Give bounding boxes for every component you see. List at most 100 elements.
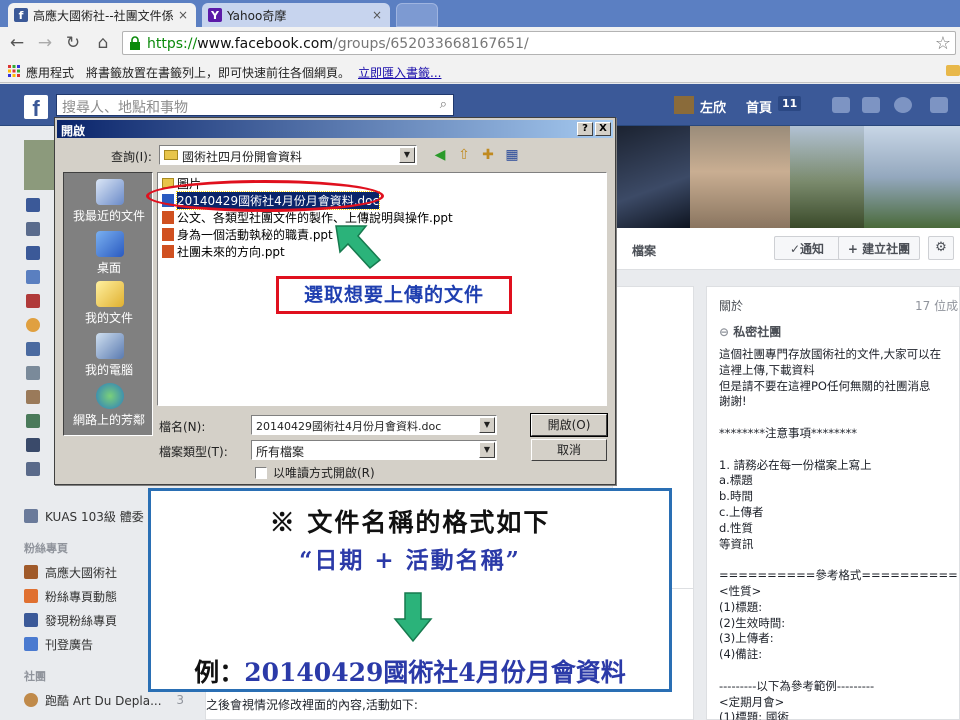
place-desktop[interactable]: 桌面 (64, 229, 154, 279)
list-icon[interactable] (26, 438, 40, 452)
url-path: /groups/652033668167651/ (333, 36, 529, 52)
group-icon (24, 693, 38, 707)
place-recent[interactable]: 我最近的文件 (64, 177, 154, 227)
back-arrow-icon[interactable]: ← (6, 33, 28, 53)
desktop-icon (96, 231, 124, 257)
messages-icon[interactable] (26, 246, 40, 260)
sidebar-item-discover-pages[interactable]: 發現粉絲專頁 (24, 610, 117, 630)
tools-icon[interactable] (26, 366, 40, 380)
wine-icon[interactable] (26, 294, 40, 308)
file-name: 社團未來的方向.ppt (177, 244, 285, 259)
sidebar-item-group[interactable]: 跑酷 Art Du Depla... 3 (24, 690, 184, 710)
list-item[interactable]: 身為一個活動執秘的職責.ppt (162, 226, 333, 242)
avatar[interactable] (674, 96, 694, 114)
home-link[interactable]: 首頁 (746, 97, 772, 116)
search-icon[interactable]: ⌕ (440, 97, 447, 112)
pages-icon[interactable] (26, 270, 40, 284)
forward-arrow-icon[interactable]: → (34, 33, 56, 53)
messages-icon[interactable] (862, 97, 880, 113)
chevron-down-icon[interactable]: ▼ (399, 147, 415, 163)
facebook-logo-icon[interactable]: f (24, 95, 48, 121)
filetype-dropdown[interactable]: 所有檔案 ▼ (251, 440, 497, 460)
chevron-down-icon[interactable]: ▼ (479, 417, 495, 433)
readonly-checkbox[interactable]: 以唯讀方式開啟(R) (255, 464, 375, 481)
cover-photo-segment (790, 126, 864, 228)
place-my-computer[interactable]: 我的電腦 (64, 331, 154, 381)
help-button[interactable]: ? (577, 122, 593, 136)
sidebar-item-kuas[interactable]: KUAS 103級 體委 (24, 506, 144, 526)
list-item[interactable]: 公文、各類型社團文件的製作、上傳說明與操作.ppt (162, 209, 453, 225)
place-label: 桌面 (96, 261, 121, 275)
cancel-button[interactable]: 取消 (531, 439, 607, 461)
lock-icon: ⊖ (719, 325, 734, 339)
group-cover-photo[interactable] (614, 126, 960, 228)
notify-button[interactable]: ✓通知 (774, 236, 840, 260)
folder-icon[interactable] (946, 65, 960, 76)
tab-yahoo[interactable]: Y Yahoo奇摩 × (202, 3, 390, 27)
search-placeholder: 搜尋人、地點和事物 (62, 100, 188, 116)
checkbox-box[interactable] (255, 466, 267, 479)
format-rule: “日期 + 活動名稱” (299, 547, 521, 574)
new-folder-icon[interactable]: ✚ (479, 147, 497, 163)
view-menu-icon[interactable]: ▦ (503, 147, 521, 163)
sidebar-item-pages-feed[interactable]: 粉絲專頁動態 (24, 586, 117, 606)
apps-link[interactable]: 應用程式 (26, 64, 74, 81)
file-name: 身為一個活動執秘的職責.ppt (177, 227, 333, 242)
facebook-search-input[interactable]: 搜尋人、地點和事物 ⌕ (56, 94, 454, 116)
profile-thumbnail[interactable] (24, 140, 54, 190)
dialog-title-bar[interactable]: 開啟 ? X (57, 120, 613, 138)
lock-icon (130, 36, 140, 50)
close-button[interactable]: X (595, 122, 611, 136)
address-bar[interactable]: https://www.facebook.com/groups/65203366… (122, 31, 956, 55)
place-my-documents[interactable]: 我的文件 (64, 279, 154, 329)
dialog-title: 開啟 (61, 124, 86, 138)
new-tab-button[interactable] (396, 3, 438, 27)
filename-field[interactable]: 20140429國術社4月份月會資料.doc ▼ (251, 415, 497, 435)
close-tab-icon[interactable]: × (176, 8, 190, 22)
tab-facebook[interactable]: f 高應大國術社--社團文件係 × (8, 3, 196, 27)
checkbox-label: 以唯讀方式開啟(R) (273, 466, 375, 480)
chevron-down-icon[interactable]: ▼ (479, 442, 495, 458)
book-icon[interactable] (26, 390, 40, 404)
place-network[interactable]: 網路上的芳鄰 (64, 381, 154, 431)
edit-icon[interactable] (26, 414, 40, 428)
profile-link[interactable]: 左欣 (700, 97, 726, 116)
up-folder-icon[interactable]: ⇧ (455, 147, 473, 163)
selection-highlight-ellipse (146, 180, 384, 212)
home-icon[interactable]: ⌂ (92, 33, 114, 53)
list-item[interactable]: 社團未來的方向.ppt (162, 243, 285, 259)
look-in-dropdown[interactable]: 國術社四月份開會資料 ▼ (159, 145, 417, 165)
import-bookmarks-link[interactable]: 立即匯入書籤... (358, 64, 441, 81)
group-icon[interactable] (26, 318, 40, 332)
friend-requests-icon[interactable] (832, 97, 850, 113)
fan-pages-heading: 粉絲專頁 (24, 542, 68, 555)
flag-icon (24, 589, 38, 603)
photos-icon[interactable] (26, 342, 40, 356)
privacy-lock-icon[interactable] (930, 97, 948, 113)
cover-photo-segment (614, 126, 690, 228)
news-feed-icon[interactable] (26, 198, 40, 212)
bookmark-star-icon[interactable]: ☆ (935, 33, 951, 54)
group-icon[interactable] (26, 462, 40, 476)
calendar-icon[interactable] (26, 222, 40, 236)
sidebar-item-label: 跑酷 Art Du Depla... (45, 693, 162, 708)
reload-icon[interactable]: ↻ (62, 33, 84, 53)
sidebar-item-ads[interactable]: 刊登廣告 (24, 634, 93, 654)
recent-documents-icon (96, 179, 124, 205)
sidebar-item-page[interactable]: 高應大國術社 (24, 562, 117, 582)
sidebar-item-label: 發現粉絲專頁 (45, 613, 118, 628)
member-count[interactable]: 17 位成 (915, 297, 958, 314)
tab-title: 高應大國術社--社團文件係 (33, 8, 174, 23)
open-button[interactable]: 開啟(O) (530, 413, 608, 437)
gear-icon[interactable]: ⚙ (928, 236, 954, 260)
notifications-globe-icon[interactable] (894, 97, 912, 113)
create-group-button[interactable]: + 建立社團 (838, 236, 920, 260)
apps-grid-icon[interactable] (8, 65, 20, 77)
look-in-label: 查詢(I): (111, 150, 152, 164)
place-label: 我的電腦 (84, 363, 133, 377)
back-icon[interactable]: ◀ (431, 147, 449, 163)
close-tab-icon[interactable]: × (370, 8, 384, 22)
place-label: 網路上的芳鄰 (72, 413, 145, 427)
tab-files[interactable]: 檔案 (632, 242, 656, 259)
discover-icon (24, 613, 38, 627)
